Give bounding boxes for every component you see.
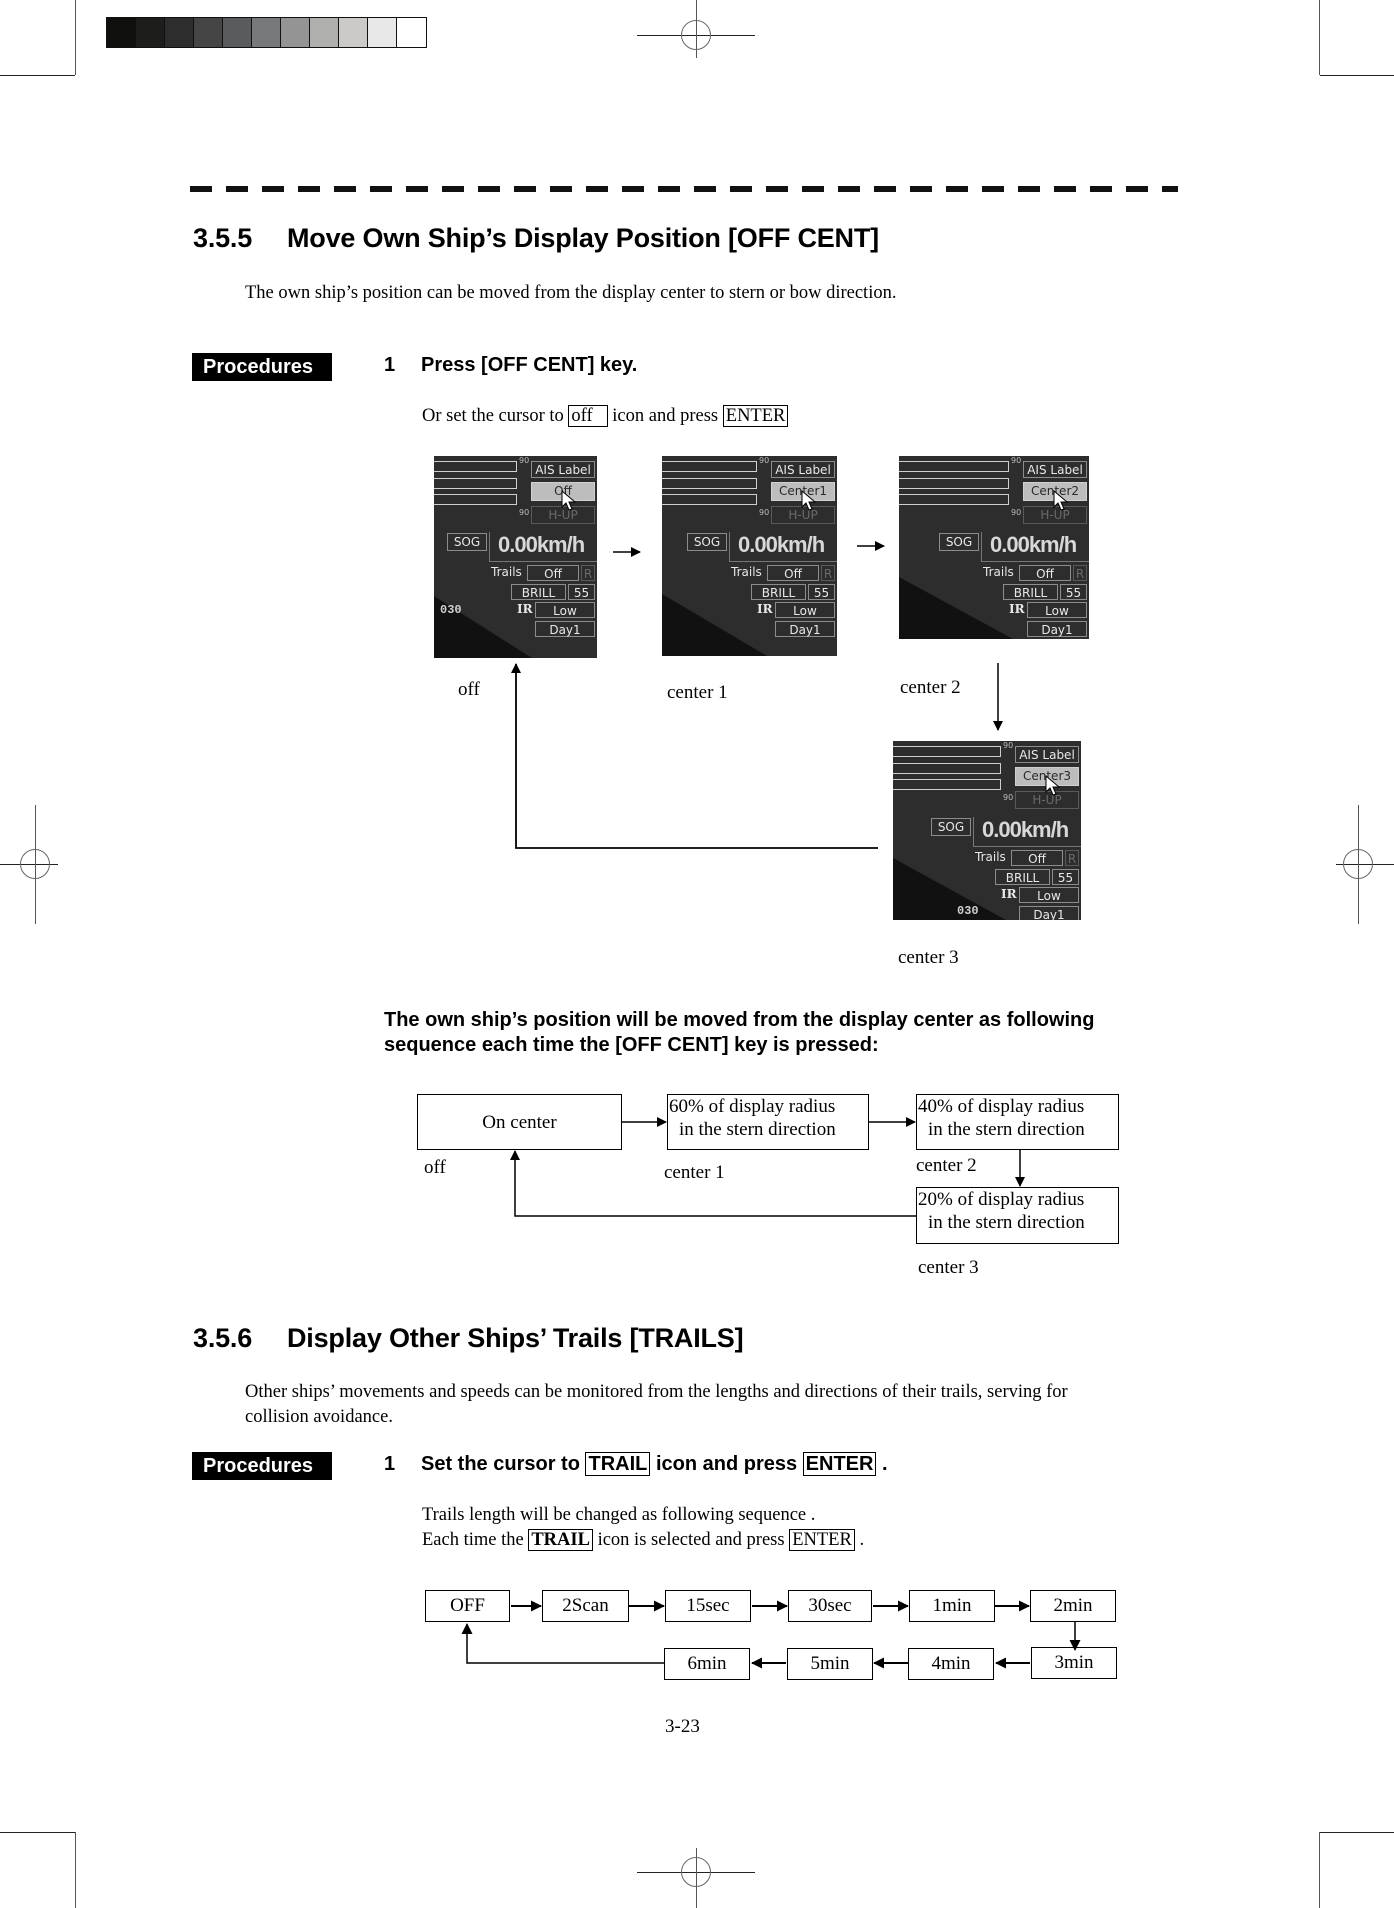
page-number: 3-23: [665, 1716, 700, 1737]
trail-sequence-arrows: [461, 1600, 1081, 1669]
trail-arrow-return: [461, 1623, 665, 1664]
